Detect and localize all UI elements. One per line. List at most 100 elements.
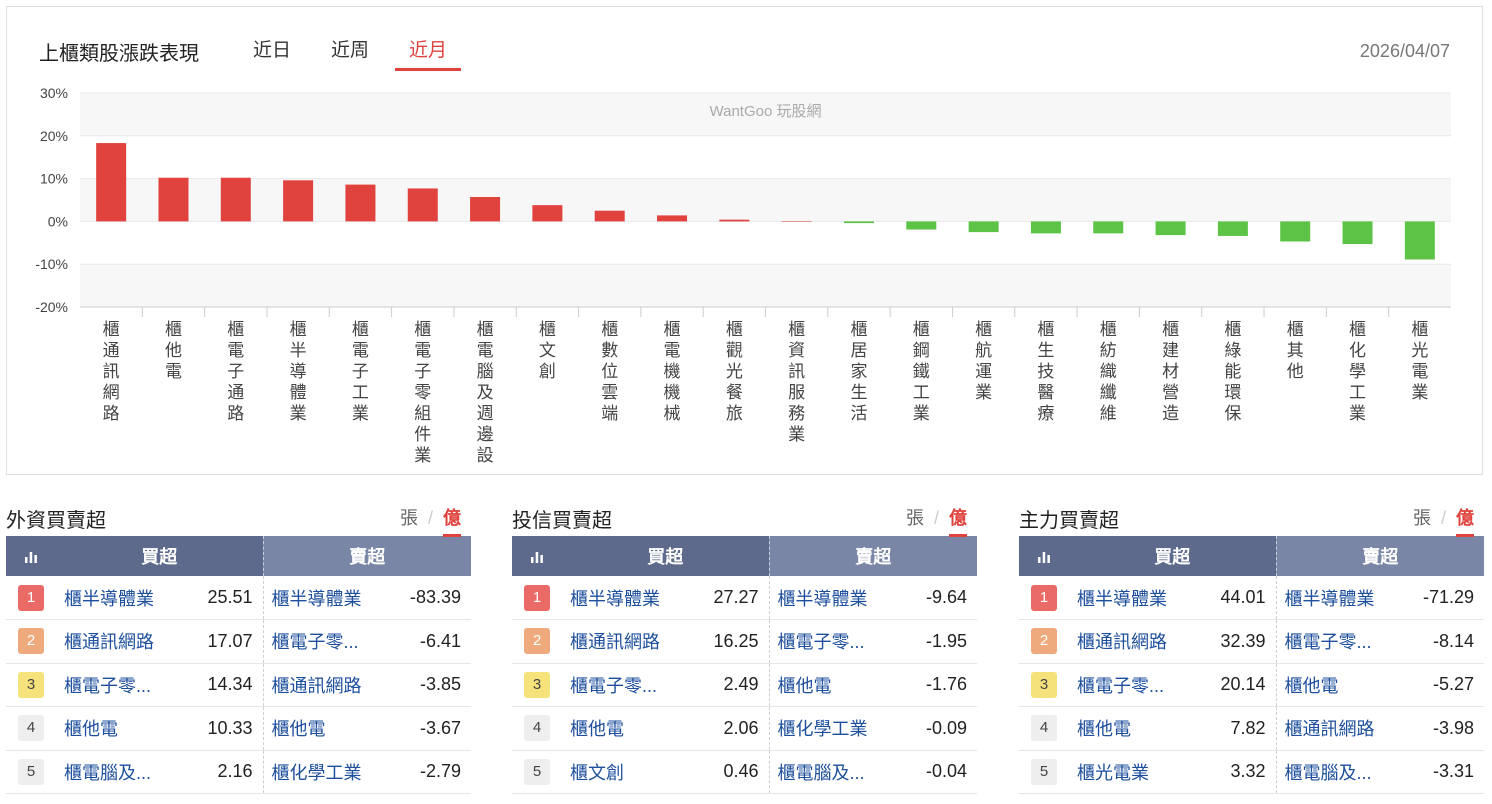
bar [470, 197, 501, 222]
tab-daily[interactable]: 近日 [239, 35, 305, 71]
bar-chart-icon[interactable] [512, 536, 562, 576]
x-category-label-char: 電 [1411, 362, 1428, 382]
tab-monthly[interactable]: 近月 [395, 35, 462, 71]
plot-band [80, 135, 1451, 179]
buy-sector-link[interactable]: 櫃他電 [562, 706, 666, 751]
x-category-label-char: 業 [414, 446, 431, 466]
buy-sector-link[interactable]: 櫃電子零... [562, 663, 666, 707]
x-category-label-char: 能 [1224, 362, 1241, 382]
x-category-label-char: 櫃 [788, 320, 805, 340]
sell-sector-link[interactable]: 櫃他電 [768, 663, 873, 707]
buy-sector-link[interactable]: 櫃電子零... [1069, 663, 1173, 707]
rank-badge: 4 [524, 715, 550, 742]
sell-value: -6.41 [367, 619, 471, 664]
unit-billion-option[interactable]: 億 [1456, 504, 1474, 537]
sell-sector-link[interactable]: 櫃電子零... [262, 619, 367, 664]
sell-sector-link[interactable]: 櫃通訊網路 [262, 663, 367, 707]
x-category-label-char: 櫃 [1037, 320, 1054, 340]
table-row: 2 櫃通訊網路 17.07 櫃電子零... -6.41 [6, 619, 471, 664]
net-buy-sell-table: 買超 賣超 1 櫃半導體業 44.01 櫃半導體業 -71.29 2 櫃通訊網路 32.39 櫃… [1019, 536, 1484, 794]
buy-sector-link[interactable]: 櫃通訊網路 [56, 619, 160, 664]
unit-lots-option[interactable]: 張 [906, 504, 924, 537]
panel-header: 主力買賣超 張 / 億 [1019, 498, 1484, 537]
unit-billion-option[interactable]: 億 [443, 504, 461, 537]
sell-sector-link[interactable]: 櫃半導體業 [768, 576, 873, 620]
table-row: 1 櫃半導體業 25.51 櫃半導體業 -83.39 [6, 576, 471, 620]
buy-sector-link[interactable]: 櫃他電 [1069, 706, 1173, 751]
x-category-label-char: 子 [352, 362, 369, 382]
rank-badge: 5 [524, 758, 550, 785]
sell-value: -3.85 [367, 663, 471, 707]
sell-sector-link[interactable]: 櫃電腦及... [1275, 750, 1380, 794]
buy-sector-link[interactable]: 櫃文創 [562, 750, 666, 794]
x-category-label-char: 訊 [788, 362, 805, 382]
x-category-label-char: 數 [601, 341, 618, 361]
x-category-label-char: 網 [103, 383, 120, 403]
investment-trust-panel: 投信買賣超 張 / 億 買超 賣超 1 櫃半導體業 27.27 櫃半導體業 -9.64 2… [512, 498, 977, 794]
net-buy-sell-table: 買超 賣超 1 櫃半導體業 25.51 櫃半導體業 -83.39 2 櫃通訊網路 17.07 櫃… [6, 536, 471, 794]
sell-sector-link[interactable]: 櫃半導體業 [1275, 576, 1380, 620]
buy-value: 0.46 [665, 750, 769, 794]
x-category-label-char: 櫃 [414, 320, 431, 340]
net-buy-header[interactable]: 買超 [1069, 536, 1276, 576]
buy-sector-link[interactable]: 櫃半導體業 [562, 576, 666, 620]
buy-sector-link[interactable]: 櫃電腦及... [56, 750, 160, 794]
x-category-label-char: 械 [664, 404, 681, 424]
bar [1217, 221, 1248, 236]
x-category-label-char: 雲 [601, 383, 618, 403]
x-category-label-char: 織 [1100, 362, 1117, 382]
buy-sector-link[interactable]: 櫃電子零... [56, 663, 160, 707]
rank-badge: 4 [1031, 715, 1057, 742]
sell-sector-link[interactable]: 櫃電腦及... [768, 750, 873, 794]
buy-sector-link[interactable]: 櫃光電業 [1069, 750, 1173, 794]
bar-chart-icon[interactable] [6, 536, 56, 576]
period-tabs: 近日 近周 近月 [239, 35, 473, 71]
buy-sector-link[interactable]: 櫃半導體業 [56, 576, 160, 620]
table-row: 1 櫃半導體業 44.01 櫃半導體業 -71.29 [1019, 576, 1484, 620]
net-buy-header[interactable]: 買超 [56, 536, 263, 576]
sell-value: -3.67 [367, 706, 471, 751]
unit-billion-option[interactable]: 億 [949, 504, 967, 537]
sell-sector-link[interactable]: 櫃化學工業 [768, 706, 873, 751]
unit-lots-option[interactable]: 張 [1413, 504, 1431, 537]
bar [1404, 221, 1435, 260]
x-category-label-char: 療 [1037, 404, 1054, 424]
sell-value: -1.95 [873, 619, 977, 664]
sell-sector-link[interactable]: 櫃他電 [262, 706, 367, 751]
sell-sector-link[interactable]: 櫃化學工業 [262, 750, 367, 794]
x-category-label-char: 航 [975, 341, 992, 361]
net-sell-header[interactable]: 賣超 [262, 536, 471, 576]
x-category-label-char: 材 [1162, 362, 1179, 382]
sell-sector-link[interactable]: 櫃他電 [1275, 663, 1380, 707]
buy-sector-link[interactable]: 櫃通訊網路 [562, 619, 666, 664]
x-category-label-char: 邊 [477, 425, 494, 445]
rank-badge: 2 [1031, 628, 1057, 655]
table-row: 4 櫃他電 2.06 櫃化學工業 -0.09 [512, 706, 977, 751]
sell-sector-link[interactable]: 櫃電子零... [1275, 619, 1380, 664]
buy-sector-link[interactable]: 櫃通訊網路 [1069, 619, 1173, 664]
bar-chart-icon[interactable] [1019, 536, 1069, 576]
x-category-label-char: 務 [788, 404, 805, 424]
net-sell-header[interactable]: 賣超 [768, 536, 977, 576]
bar [1342, 221, 1373, 245]
bar [532, 205, 563, 222]
x-category-label-char: 光 [1411, 341, 1428, 361]
bar [407, 188, 438, 222]
panel-header: 投信買賣超 張 / 億 [512, 498, 977, 537]
tab-weekly[interactable]: 近周 [317, 35, 383, 71]
sell-sector-link[interactable]: 櫃電子零... [768, 619, 873, 664]
sell-sector-link[interactable]: 櫃半導體業 [262, 576, 367, 620]
unit-lots-option[interactable]: 張 [400, 504, 418, 537]
x-category-label-char: 工 [913, 383, 930, 403]
net-sell-header[interactable]: 賣超 [1275, 536, 1484, 576]
sell-value: -83.39 [367, 576, 471, 620]
table-header-row: 買超 賣超 [1019, 536, 1484, 576]
buy-sector-link[interactable]: 櫃他電 [56, 706, 160, 751]
x-category-label-char: 造 [1162, 404, 1179, 424]
y-tick-label: 0% [48, 213, 68, 229]
x-category-label-char: 櫃 [1224, 320, 1241, 340]
sell-sector-link[interactable]: 櫃通訊網路 [1275, 706, 1380, 751]
sector-performance-card: 30% 20% 10% 0% -10% -20% WantGoo 玩股網櫃通訊網路櫃他電櫃電… [6, 6, 1483, 475]
net-buy-header[interactable]: 買超 [562, 536, 769, 576]
buy-sector-link[interactable]: 櫃半導體業 [1069, 576, 1173, 620]
